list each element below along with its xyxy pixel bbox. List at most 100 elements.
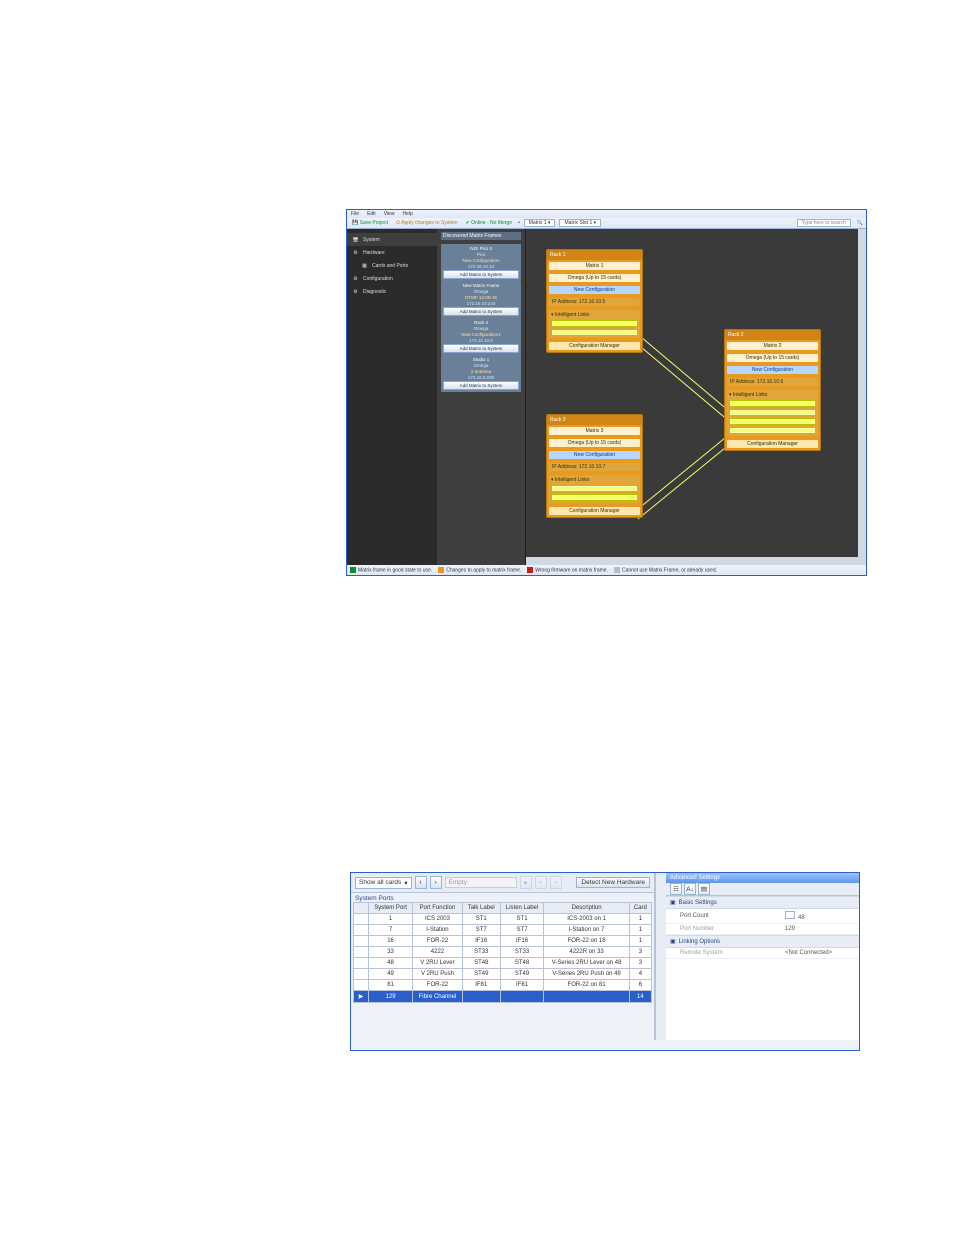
layout-canvas[interactable]: Rack 1 Matrix 1 Omega (Up to 15 cards) N… [526,229,866,565]
link-slot[interactable] [551,329,638,336]
link-slot[interactable] [551,485,638,492]
row-selector[interactable] [354,958,369,969]
menu-file[interactable]: File [351,211,359,217]
search-icon[interactable]: 🔍 [857,220,863,226]
row-selector[interactable]: ▶ [354,991,369,1003]
rack-node-2[interactable]: Rack 2 Matrix 2 Omega (Up to 15 cards) N… [724,329,821,451]
row-selector[interactable] [354,980,369,991]
chevron-down-icon: ▾ [551,477,554,483]
discovered-frames-panel: Discovered Matrix Frames IVIE Pico 2Pico… [437,229,526,565]
horizontal-scrollbar[interactable] [526,557,866,565]
gear-icon: ⚙ [352,288,359,295]
menu-edit[interactable]: Edit [367,211,376,217]
link-slot[interactable] [729,400,816,407]
col-listen-label[interactable]: Listen Label [500,903,544,914]
sidebar-item-hardware[interactable]: ⚙Hardware [347,246,437,259]
table-row[interactable]: 334222ST33ST334222R on 333 [354,947,652,958]
next-button[interactable]: › [430,876,442,889]
ip-address: IP Address: 172.16.10.7 [549,463,640,471]
system-icon: 🖥 [352,236,359,243]
cards-icon: ▦ [361,262,368,269]
controls-bar: Show all cards▾ ‹ › Empty ▾ ‹ › Detect N… [351,873,654,893]
col-talk-label[interactable]: Talk Label [462,903,500,914]
configuration-manager-button[interactable]: Configuration Manager [727,440,818,448]
table-row[interactable]: ▶129Fibre Channel14 [354,991,652,1003]
row-selector[interactable] [354,914,369,925]
row-selector[interactable] [354,925,369,936]
empty-dropdown[interactable]: Empty [445,877,517,888]
search-input[interactable]: Type here to search [797,219,851,227]
configuration-name[interactable]: New Configuration [549,286,640,294]
prev-button-disabled: ‹ [535,876,547,889]
add-matrix-button[interactable]: Add Matrix to System [443,307,519,316]
add-matrix-button[interactable]: Add Matrix to System [443,270,519,279]
rack-title: Rack 2 [725,330,820,340]
col-description[interactable]: Description [544,903,629,914]
discovered-frame[interactable]: New Matrix FrameOmegaDTMF 12-09-15172.16… [441,281,521,318]
matrix-name: Matrix 3 [549,427,640,435]
legend-good: Matrix frame in good state to use. [350,567,432,573]
col-port-function[interactable]: Port Function [413,903,463,914]
table-row[interactable]: 48V 2RU LeverST48ST48V-Series 2RU Lever … [354,958,652,969]
col-system-port[interactable]: System Port [369,903,413,914]
sort-icon[interactable]: A↓ [684,883,696,895]
rack-title: Rack 1 [547,250,642,260]
vertical-scrollbar[interactable] [858,229,866,557]
row-selector[interactable] [354,936,369,947]
save-project-button[interactable]: 💾 Save Project [350,220,390,226]
expand-icon[interactable]: ▤ [698,883,710,895]
discovered-frame[interactable]: Studio 1Omega2 antenna172.16.9.236Add Ma… [441,355,521,392]
configuration-name[interactable]: New Configuration [549,451,640,459]
menu-view[interactable]: View [384,211,395,217]
gear-icon: ⚙ [352,249,359,256]
group-basic-settings[interactable]: ▣Basic Settings [666,896,859,909]
table-row[interactable]: 49V 2RU PushST49ST49V-Series 2RU Push on… [354,969,652,980]
card-filter-dropdown[interactable]: Show all cards▾ [355,877,412,889]
matrix-name: Matrix 1 [549,262,640,270]
link-slot[interactable] [551,320,638,327]
menu-help[interactable]: Help [402,211,412,217]
prev-button[interactable]: ‹ [415,876,427,889]
link-slot[interactable] [551,494,638,501]
link-slot[interactable] [729,409,816,416]
sidebar-item-cards-ports[interactable]: ▦Cards and Ports [347,259,437,272]
rack-node-1[interactable]: Rack 1 Matrix 1 Omega (Up to 15 cards) N… [546,249,643,353]
row-selector[interactable] [354,947,369,958]
configuration-manager-button[interactable]: Configuration Manager [549,507,640,515]
apply-changes-button[interactable]: ⭘ Apply changes to System [394,220,460,226]
matrix-type: Omega (Up to 15 cards) [549,439,640,447]
table-header-row: System Port Port Function Talk Label Lis… [354,903,652,914]
matrix-dropdown[interactable]: Matrix 1 ▾ [524,219,556,227]
prop-port-count[interactable]: Port Count48 [666,909,859,924]
link-slot[interactable] [729,418,816,425]
sidebar-item-configuration[interactable]: ⚙Configuration [347,272,437,285]
discovered-frame[interactable]: Rack 4OmegaNew Configuration1172.16.10.8… [441,318,521,355]
intelligent-links[interactable]: ▾ Intelligent Links [549,310,640,338]
intelligent-links[interactable]: ▾ Intelligent Links [727,390,818,436]
rack-title: Rack 3 [547,415,642,425]
tab-system-ports[interactable]: System Ports [351,893,654,902]
discovered-frame[interactable]: IVIE Pico 2PicoNew Configuration172.16.1… [441,244,521,281]
detect-hardware-button[interactable]: Detect New Hardware [576,877,650,888]
col-card[interactable]: Card [629,903,651,914]
sidebar-item-system[interactable]: 🖥System [347,233,437,246]
slot-dropdown[interactable]: Matrix Slot 1 ▾ [559,219,601,227]
intelligent-links[interactable]: ▾ Intelligent Links [549,475,640,503]
sidebar-item-diagnostic[interactable]: ⚙Diagnostic [347,285,437,298]
table-row[interactable]: 1ICS 2003ST1ST1ICS-2003 on 11 [354,914,652,925]
link-slot[interactable] [729,427,816,434]
table-row[interactable]: 81FOR-22IF81IF81FOR-22 on 816 [354,980,652,991]
configuration-name[interactable]: New Configuration [727,366,818,374]
vertical-scrollbar[interactable] [655,873,666,1040]
table-row[interactable]: 7I-StationST7ST7I-Station on 71 [354,925,652,936]
rack-node-3[interactable]: Rack 3 Matrix 3 Omega (Up to 15 cards) N… [546,414,643,518]
legend-cannot: Cannot use Matrix Frame, or already used… [614,567,717,573]
row-selector[interactable] [354,969,369,980]
add-matrix-button[interactable]: Add Matrix to System [443,381,519,390]
categorize-icon[interactable]: ☷ [670,883,682,895]
configuration-manager-button[interactable]: Configuration Manager [549,342,640,350]
legend-wrong: Wrong firmware on matrix frame. [527,567,608,573]
table-row[interactable]: 16FOR-22IF16IF16FOR-22 on 161 [354,936,652,947]
group-linking-options[interactable]: ▣Linking Options [666,935,859,948]
add-matrix-button[interactable]: Add Matrix to System [443,344,519,353]
